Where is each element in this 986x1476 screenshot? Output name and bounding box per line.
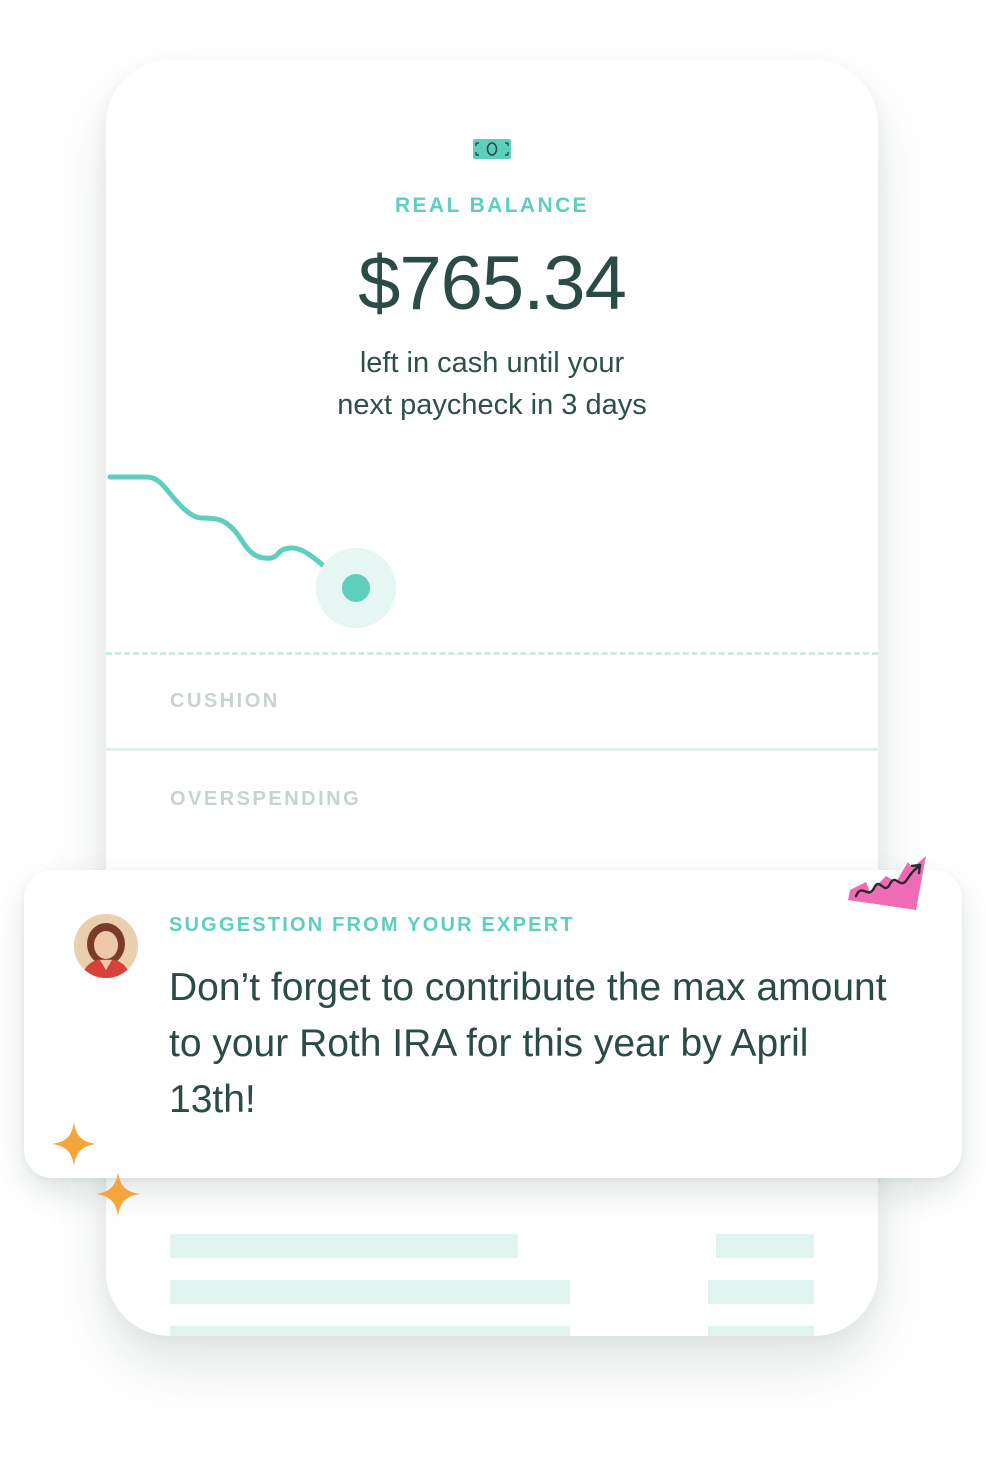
expert-suggestion-card[interactable]: SUGGESTION FROM YOUR EXPERT Don’t forget…	[24, 870, 962, 1178]
balance-description-line-2: next paycheck in 3 days	[337, 389, 647, 421]
balance-description-line-1: left in cash until your	[359, 347, 625, 379]
squiggle-sticker-icon	[848, 856, 926, 910]
real-balance-label: REAL BALANCE	[394, 194, 590, 217]
balance-trend-line	[107, 474, 359, 591]
cushion-threshold-line	[106, 652, 878, 655]
placeholder-bar	[708, 1326, 814, 1336]
suggestion-message: Don’t forget to contribute the max amoun…	[169, 966, 887, 1121]
current-balance-point	[342, 574, 370, 602]
sparkle-icon	[52, 1122, 96, 1166]
suggestion-eyebrow: SUGGESTION FROM YOUR EXPERT	[169, 914, 575, 936]
placeholder-bar	[170, 1280, 570, 1304]
balance-description: left in cash until your next paycheck in…	[106, 342, 878, 426]
expert-avatar	[74, 914, 138, 978]
sparkle-icon	[96, 1172, 140, 1216]
overspending-label: OVERSPENDING	[170, 788, 362, 810]
money-bill-icon	[473, 139, 511, 159]
balance-amount: $765.34	[358, 241, 627, 326]
placeholder-bar	[708, 1280, 814, 1304]
placeholder-bar	[170, 1234, 518, 1258]
balance-trend-chart	[107, 474, 396, 628]
placeholder-bar	[170, 1326, 570, 1336]
cushion-label: CUSHION	[170, 690, 280, 712]
placeholder-bar	[716, 1234, 814, 1258]
zone-divider	[106, 748, 878, 751]
